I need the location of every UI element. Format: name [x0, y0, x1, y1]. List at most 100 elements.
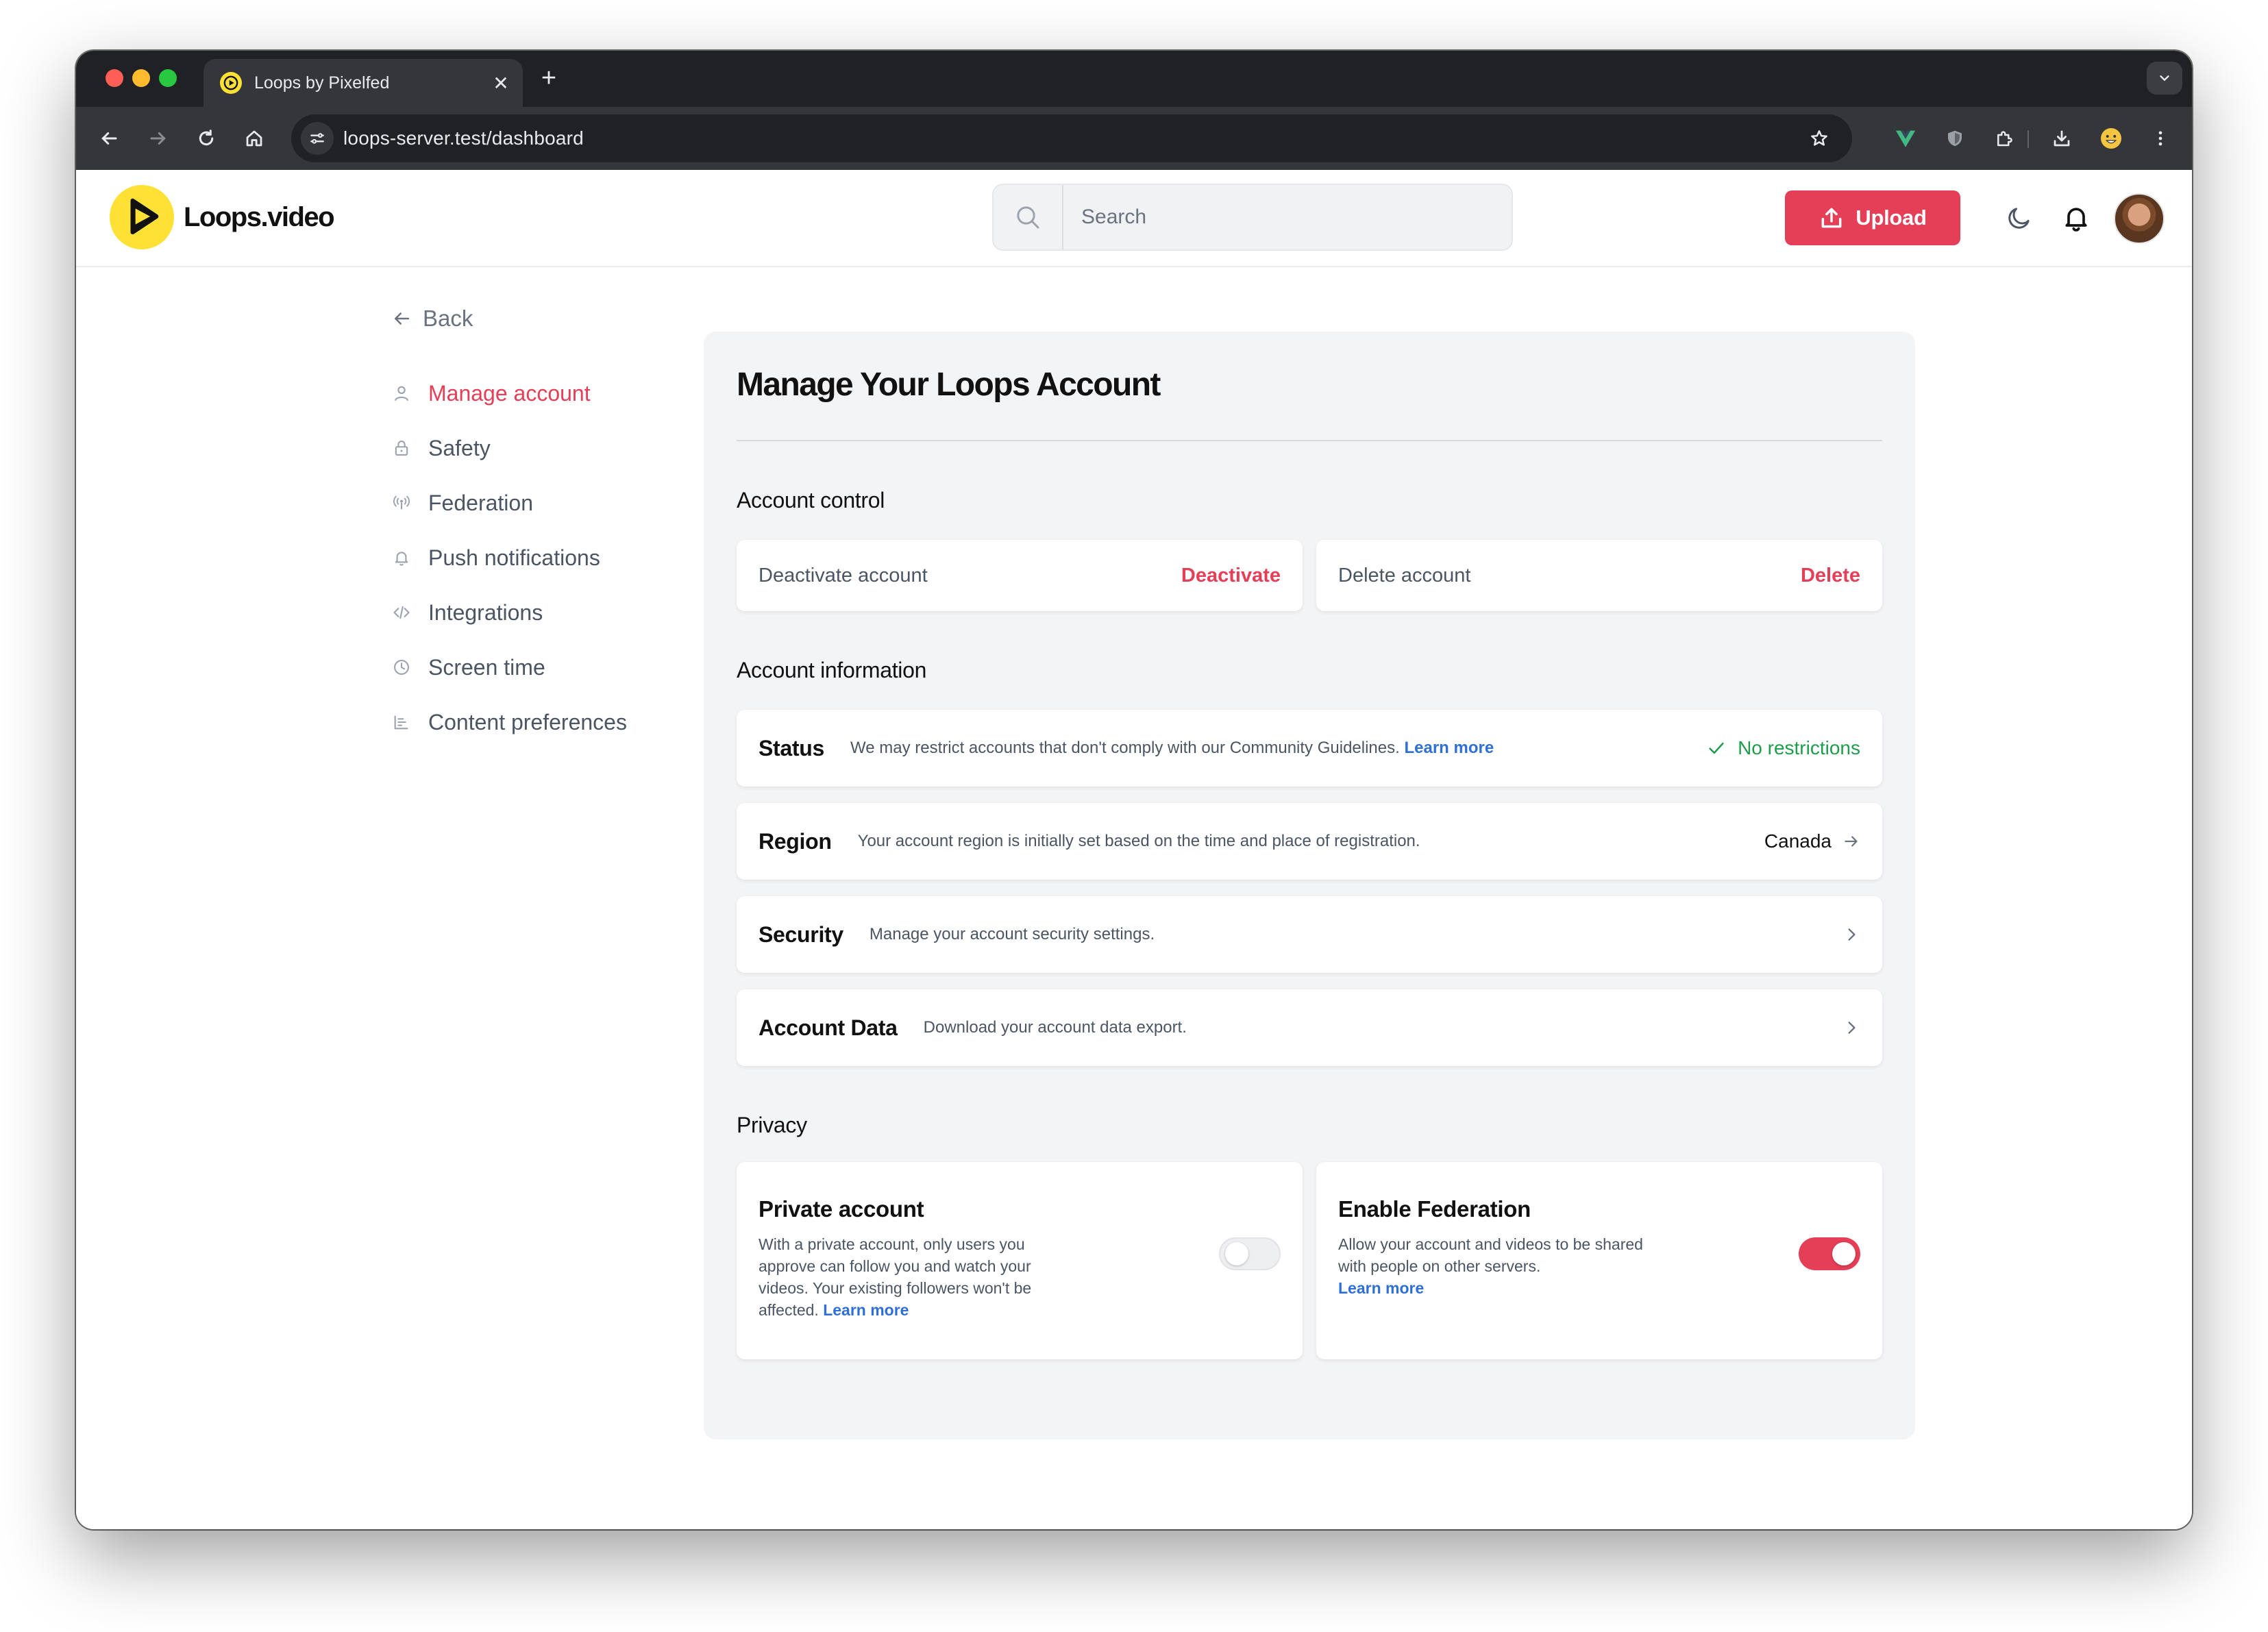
title-divider: [737, 440, 1882, 441]
search-input[interactable]: [1080, 205, 1494, 230]
tab-strip: Loops by Pixelfed ✕ +: [76, 51, 2192, 107]
browser-menu-icon[interactable]: [2144, 122, 2177, 155]
status-value: No restrictions: [1706, 737, 1860, 759]
tab-close-icon[interactable]: ✕: [487, 72, 515, 95]
back-label: Back: [423, 306, 473, 331]
enable-federation-description: Allow your account and videos to be shar…: [1338, 1233, 1660, 1299]
private-account-description: With a private account, only users you a…: [759, 1233, 1081, 1321]
security-description: Manage your account security settings.: [869, 925, 1155, 943]
app-header: Loops.video Upload: [76, 170, 2192, 267]
profile-emoji-icon[interactable]: [2095, 122, 2128, 155]
forward-nav-icon[interactable]: [142, 122, 175, 155]
site-settings-icon[interactable]: [301, 122, 334, 155]
enable-federation-learn-more-link[interactable]: Learn more: [1338, 1277, 1660, 1299]
chevron-right-icon: [1848, 1022, 1856, 1034]
sidebar-item-content-preferences[interactable]: Content preferences: [391, 695, 748, 750]
private-account-learn-more-link[interactable]: Learn more: [823, 1301, 909, 1319]
security-row[interactable]: Security Manage your account security se…: [737, 896, 1882, 973]
downloads-icon[interactable]: [2045, 122, 2078, 155]
delete-account-label: Delete account: [1338, 564, 1471, 586]
arrow-left-icon: [395, 312, 410, 325]
dark-mode-toggle[interactable]: [2001, 200, 2037, 236]
bookmark-star-icon[interactable]: [1803, 122, 1836, 155]
region-description: Your account region is initially set bas…: [857, 832, 1420, 850]
tab-search-button[interactable]: [2147, 62, 2182, 95]
toolbar-divider: [2027, 130, 2029, 148]
zoom-window-button[interactable]: [159, 69, 177, 87]
sidebar-item-manage-account[interactable]: Manage account: [391, 366, 748, 421]
enable-federation-card: Enable Federation Allow your account and…: [1316, 1162, 1882, 1359]
arrow-right-icon: [1845, 836, 1858, 847]
url-text: loops-server.test/dashboard: [343, 127, 584, 149]
settings-sidebar: Back Manage account Safety Federation Pu…: [391, 300, 748, 750]
reload-icon[interactable]: [190, 122, 223, 155]
status-description-text: We may restrict accounts that don't comp…: [850, 739, 1400, 757]
code-icon: [391, 602, 412, 623]
close-window-button[interactable]: [106, 69, 123, 87]
settings-panel: Manage Your Loops Account Account contro…: [704, 332, 1915, 1439]
minimize-window-button[interactable]: [132, 69, 150, 87]
back-link[interactable]: Back: [391, 300, 748, 337]
delete-button[interactable]: Delete: [1801, 565, 1860, 587]
region-title: Region: [759, 828, 832, 854]
upload-button[interactable]: Upload: [1785, 190, 1960, 245]
moon-icon: [2008, 208, 2030, 229]
sidebar-item-safety[interactable]: Safety: [391, 421, 748, 475]
privacy-heading: Privacy: [737, 1113, 807, 1137]
delete-account-card: Delete account Delete: [1316, 540, 1882, 611]
notifications-button[interactable]: [2058, 200, 2094, 236]
brand-name: Loops.video: [184, 201, 335, 232]
account-control-heading: Account control: [737, 488, 885, 512]
vue-devtools-extension-icon[interactable]: [1889, 122, 1922, 155]
status-description: We may restrict accounts that don't comp…: [850, 739, 1706, 758]
sidebar-item-label: Integrations: [428, 599, 543, 625]
sidebar-item-integrations[interactable]: Integrations: [391, 585, 748, 640]
status-learn-more-link[interactable]: Learn more: [1404, 739, 1494, 757]
brand-link[interactable]: Loops.video: [110, 185, 335, 249]
account-data-description: Download your account data export.: [923, 1018, 1187, 1037]
search-bar[interactable]: [992, 184, 1513, 251]
private-account-title: Private account: [759, 1196, 924, 1222]
account-data-row[interactable]: Account Data Download your account data …: [737, 989, 1882, 1066]
shield-extension-icon[interactable]: [1938, 122, 1971, 155]
broadcast-icon: [391, 493, 412, 513]
bell-icon: [391, 547, 412, 568]
sidebar-item-federation[interactable]: Federation: [391, 475, 748, 530]
upload-icon: [1821, 208, 1842, 228]
puzzle-extensions-icon[interactable]: [1988, 122, 2021, 155]
sliders-icon: [391, 712, 412, 732]
browser-tab[interactable]: Loops by Pixelfed ✕: [204, 59, 523, 107]
back-nav-icon[interactable]: [93, 122, 125, 155]
user-avatar[interactable]: [2114, 193, 2165, 244]
account-data-chevron: [1842, 1019, 1860, 1037]
user-icon: [391, 383, 412, 404]
security-chevron: [1842, 926, 1860, 943]
account-data-title: Account Data: [759, 1015, 898, 1040]
deactivate-button[interactable]: Deactivate: [1181, 565, 1281, 587]
tab-title: Loops by Pixelfed: [254, 73, 390, 92]
status-title: Status: [759, 735, 824, 761]
sidebar-item-label: Safety: [428, 435, 491, 460]
bell-icon: [2065, 208, 2087, 232]
browser-toolbar: loops-server.test/dashboard: [76, 107, 2192, 170]
sidebar-item-label: Screen time: [428, 654, 545, 680]
address-bar[interactable]: loops-server.test/dashboard: [291, 114, 1852, 162]
page-title: Manage Your Loops Account: [737, 367, 1161, 403]
page-content: Loops.video Upload: [76, 170, 2192, 1529]
toggle-knob: [1832, 1242, 1856, 1265]
region-row[interactable]: Region Your account region is initially …: [737, 803, 1882, 880]
toggle-knob: [1225, 1242, 1248, 1265]
sidebar-item-label: Push notifications: [428, 545, 600, 570]
new-tab-button[interactable]: +: [534, 63, 564, 93]
loops-logo-icon: [110, 185, 174, 249]
sidebar-item-label: Content preferences: [428, 709, 627, 734]
sidebar-item-push-notifications[interactable]: Push notifications: [391, 530, 748, 585]
lock-icon: [391, 438, 412, 458]
enable-federation-title: Enable Federation: [1338, 1196, 1531, 1222]
settings-nav: Manage account Safety Federation Push no…: [391, 366, 748, 750]
private-account-toggle[interactable]: [1219, 1237, 1281, 1270]
sidebar-item-label: Manage account: [428, 380, 591, 406]
sidebar-item-screen-time[interactable]: Screen time: [391, 640, 748, 695]
home-icon[interactable]: [238, 122, 271, 155]
enable-federation-toggle[interactable]: [1799, 1237, 1860, 1270]
